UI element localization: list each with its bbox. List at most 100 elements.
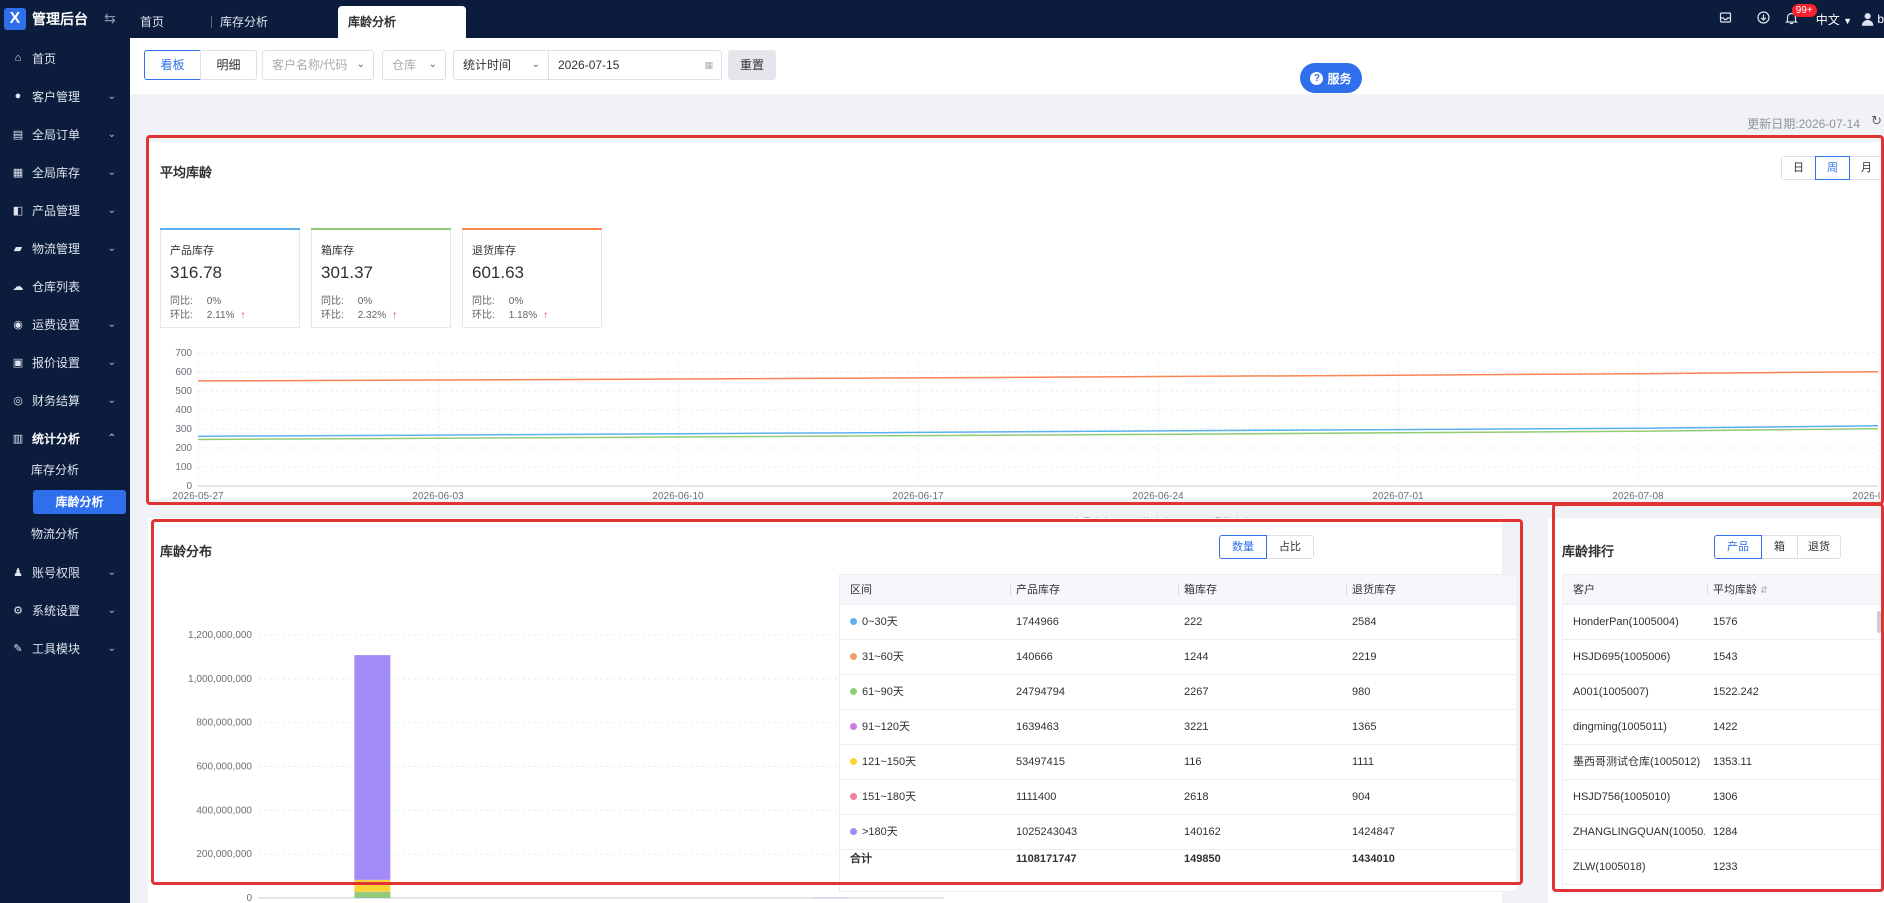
- age-ranking-title: 库龄排行: [1562, 544, 1615, 559]
- service-button[interactable]: ? 服务: [1300, 63, 1362, 93]
- avg-age-cell: 1284: [1713, 826, 1738, 838]
- sidebar-subitem-inventory-age-analysis[interactable]: 库龄分析: [33, 490, 126, 514]
- notification-bell-icon[interactable]: 99+: [1778, 3, 1817, 28]
- value-cell: 116: [1184, 756, 1202, 768]
- y-tick-label: 0: [246, 893, 252, 903]
- toggle-product-button[interactable]: 产品: [1714, 535, 1762, 559]
- kpi-yoy: 同比: 0%: [170, 292, 221, 307]
- chevron-down-icon: ⌄: [107, 90, 116, 102]
- x-tick-label: 2026-06-17: [892, 491, 944, 502]
- sidebar-item-customers[interactable]: ● 客户管理 ⌄: [0, 84, 130, 108]
- avg-age-cell: 1353.11: [1713, 756, 1752, 768]
- sidebar-item-tools[interactable]: ✎ 工具模块 ⌄: [0, 636, 130, 660]
- sidebar-item-quotes[interactable]: ▣ 报价设置 ⌄: [0, 350, 130, 374]
- customer-cell: HonderPan(1005004): [1573, 616, 1679, 628]
- sidebar-item-products[interactable]: ◧ 产品管理 ⌄: [0, 198, 130, 222]
- arrow-up-icon: ↑: [240, 310, 246, 321]
- period-day-button[interactable]: 日: [1781, 156, 1816, 180]
- table-row[interactable]: HSJD695(1005006) 1543: [1563, 640, 1883, 675]
- tab-inventory-age-analysis[interactable]: 库龄分析: [338, 6, 466, 38]
- column-header: 箱库存: [1184, 584, 1217, 596]
- sidebar-item-system-settings[interactable]: ⚙ 系统设置 ⌄: [0, 598, 130, 622]
- column-header-sortable[interactable]: 平均库龄 ⇵: [1713, 575, 1768, 605]
- stat-time-select[interactable]: 统计时间 ⌄: [453, 50, 549, 80]
- toggle-ratio-button[interactable]: 占比: [1266, 535, 1314, 559]
- sidebar-item-finance[interactable]: ◎ 财务结算 ⌄: [0, 388, 130, 412]
- language-selector[interactable]: 中文 ▼: [1816, 11, 1852, 28]
- warehouse-select[interactable]: 仓库 ⌄: [382, 50, 446, 80]
- x-tick-label: 2026-07-15: [1852, 491, 1880, 502]
- age-distribution-bar-chart: 0 200,000,000 400,000,000 600,000,000 800,00…: [188, 630, 944, 903]
- chevron-down-icon: ⌄: [428, 59, 437, 70]
- refresh-icon[interactable]: ↻: [1871, 113, 1882, 129]
- toggle-box-button[interactable]: 箱: [1761, 535, 1798, 559]
- value-cell: 2219: [1352, 651, 1377, 663]
- value-cell: 2618: [1184, 791, 1209, 803]
- table-total-row: 合计 1108171747 149850 1434010: [840, 846, 1516, 872]
- chevron-down-icon: ⌄: [107, 356, 116, 368]
- sidebar-item-accounts[interactable]: ♟ 账号权限 ⌄: [0, 560, 130, 584]
- sidebar-item-label: 账号权限: [32, 565, 81, 580]
- view-board-button[interactable]: 看板: [144, 50, 201, 80]
- reset-button[interactable]: 重置: [728, 50, 776, 80]
- value-cell: 1108171747: [1016, 853, 1077, 865]
- x-tick-label: 2026-07-01: [1372, 491, 1424, 502]
- date-picker-input[interactable]: 2026-07-15 ▦: [548, 50, 722, 80]
- customer-select[interactable]: 客户名称/代码 ⌄: [262, 50, 374, 80]
- table-row[interactable]: 墨西哥测试仓库(1005012) 1353.11: [1563, 745, 1883, 780]
- table-row[interactable]: ZHANGLINGQUAN(10050... 1284: [1563, 815, 1883, 850]
- sidebar-subitem-logistics-analysis[interactable]: 物流分析: [0, 522, 130, 546]
- chevron-down-icon: ⌄: [107, 128, 116, 140]
- range-cell: 61~90天: [850, 675, 904, 710]
- column-divider: [1346, 584, 1347, 596]
- view-detail-button[interactable]: 明细: [200, 50, 257, 80]
- toggle-count-button[interactable]: 数量: [1219, 535, 1267, 559]
- user-avatar[interactable]: b: [1860, 7, 1884, 31]
- kpi-mom: 环比: 2.32% ↑: [321, 306, 397, 321]
- value-cell: 1639463: [1016, 721, 1059, 733]
- sidebar-item-label: 运费设置: [32, 317, 81, 332]
- sidebar-item-orders[interactable]: ▤ 全局订单 ⌄: [0, 122, 130, 146]
- avg-age-cell: 1233: [1713, 861, 1738, 873]
- warehouse-select-placeholder: 仓库: [392, 58, 417, 72]
- sidebar-item-global-inventory[interactable]: ▦ 全局库存 ⌄: [0, 160, 130, 184]
- y-tick-label: 1,000,000,000: [188, 674, 252, 685]
- kpi-mom-value: 2.11%: [206, 310, 235, 321]
- table-row[interactable]: A001(1005007) 1522.242: [1563, 675, 1883, 710]
- users-icon: ●: [14, 90, 22, 102]
- x-tick-label: 2026-06-10: [652, 491, 704, 502]
- ranking-table-scrollbar[interactable]: [1877, 611, 1881, 633]
- avg-age-cell: 1543: [1713, 651, 1738, 663]
- kpi-card-returns: 退货库存 601.63 同比: 0% 环比: 1.18% ↑: [462, 228, 602, 328]
- value-cell: 1244: [1184, 651, 1209, 663]
- kpi-mom-label: 环比:: [472, 310, 495, 321]
- value-cell: 222: [1184, 616, 1203, 628]
- tab-home[interactable]: 首页: [128, 0, 176, 38]
- sidebar-item-warehouses[interactable]: ☁ 仓库列表: [0, 274, 130, 298]
- sidebar-item-home[interactable]: ⌂ 首页: [0, 46, 130, 70]
- collapse-sidebar-icon[interactable]: ⇆: [104, 10, 116, 27]
- kpi-yoy: 同比: 0%: [472, 292, 523, 307]
- kpi-mom-label: 环比:: [170, 310, 193, 321]
- age-distribution-title: 库龄分布: [160, 544, 213, 559]
- value-cell: 1111: [1352, 756, 1375, 768]
- table-row[interactable]: ZLW(1005018) 1233: [1563, 850, 1883, 885]
- period-week-button[interactable]: 周: [1815, 156, 1850, 180]
- value-cell: 24794794: [1016, 686, 1065, 698]
- sidebar-item-label: 首页: [32, 51, 57, 66]
- tab-inventory-analysis[interactable]: 库存分析: [208, 0, 280, 38]
- period-month-button[interactable]: 月: [1849, 156, 1884, 180]
- sidebar-item-logistics[interactable]: ▰ 物流管理 ⌄: [0, 236, 130, 260]
- table-row[interactable]: HSJD756(1005010) 1306: [1563, 780, 1883, 815]
- value-cell: 980: [1352, 686, 1371, 698]
- table-row[interactable]: HonderPan(1005004) 1576: [1563, 605, 1883, 640]
- sidebar-subitem-inventory-analysis[interactable]: 库存分析: [0, 458, 130, 482]
- value-cell: 1424847: [1352, 826, 1395, 838]
- inbox-icon[interactable]: [1712, 11, 1740, 27]
- table-row: 61~90天 24794794 2267 980: [840, 675, 1516, 710]
- sidebar-item-statistics[interactable]: ▥ 统计分析 ⌃: [0, 426, 130, 450]
- table-row[interactable]: dingming(1005011) 1422: [1563, 710, 1883, 745]
- sidebar-item-freight[interactable]: ◉ 运费设置 ⌄: [0, 312, 130, 336]
- download-icon[interactable]: [1750, 11, 1778, 27]
- toggle-returns-button[interactable]: 退货: [1797, 535, 1841, 559]
